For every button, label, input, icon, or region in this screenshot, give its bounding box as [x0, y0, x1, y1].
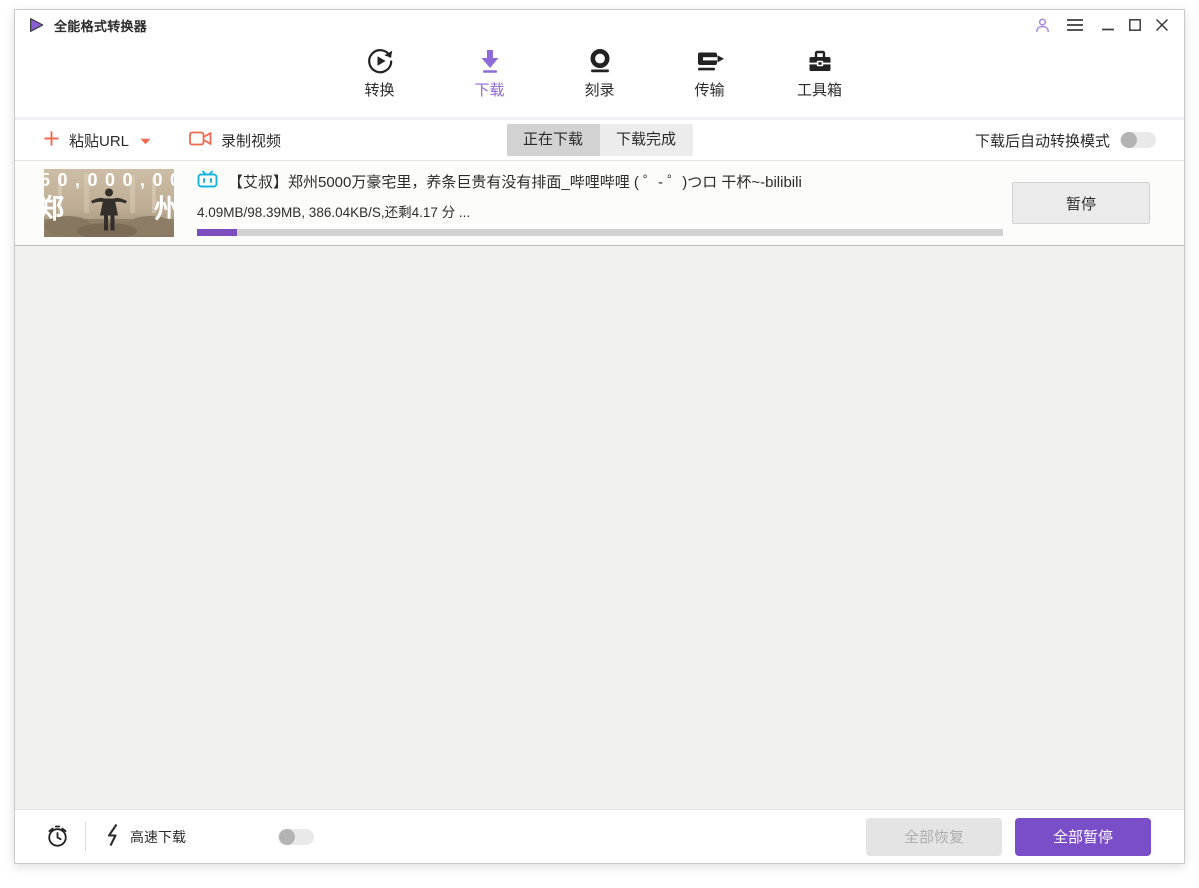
download-progress-text: 4.09MB/98.39MB, 386.04KB/S,还剩4.17 分 ... — [197, 205, 471, 220]
auto-convert-toggle[interactable] — [1120, 132, 1156, 148]
tab-convert-label: 转换 — [364, 82, 395, 99]
progress-bar — [197, 229, 1003, 236]
bilibili-tv-icon — [197, 170, 218, 192]
high-speed-label: 高速下载 — [130, 828, 186, 845]
video-title: 【艾叔】郑州5000万豪宅里，养条巨贵有没有排面_哔哩哔哩 ( ゜- ゜)つロ … — [228, 173, 802, 191]
progress-bar-fill — [197, 229, 238, 236]
high-speed-toggle[interactable] — [278, 828, 314, 845]
paste-url-label: 粘贴URL — [69, 132, 130, 150]
thumbnail-left-char: 郑 — [44, 194, 64, 224]
desktop-background: 全能格式转换器 转换 下载 刻录 传输 工具箱 粘贴URL 录制视频 正在下载 … — [0, 0, 1199, 888]
tab-transfer-label: 传输 — [694, 82, 725, 99]
footer-buttons: 全部恢复 全部暂停 — [866, 817, 1151, 856]
record-video-label: 录制视频 — [221, 132, 282, 150]
thumbnail-right-char: 州 — [154, 194, 174, 224]
video-thumbnail: 50,000,00 郑 州 — [44, 169, 174, 237]
toolbox-icon — [806, 46, 834, 76]
toolbar-right: 下载后自动转换模式 — [975, 130, 1156, 151]
toolbar-left: 粘贴URL 录制视频 — [43, 130, 281, 151]
footer-divider — [85, 821, 86, 852]
download-task-row[interactable]: 50,000,00 郑 州 【艾叔】郑州5000万豪宅里，养条巨贵有没有排面_哔… — [15, 161, 1184, 246]
lightning-icon — [104, 823, 121, 850]
download-list-empty-area — [15, 246, 1184, 809]
tab-download-complete[interactable]: 下载完成 — [599, 124, 693, 156]
toggle-knob — [279, 828, 295, 845]
close-button[interactable] — [1152, 15, 1172, 35]
chevron-down-icon[interactable] — [140, 132, 151, 149]
tab-convert[interactable]: 转换 — [341, 46, 419, 117]
tab-download-label: 下载 — [474, 82, 505, 99]
window-controls — [1032, 15, 1172, 35]
record-video-button[interactable]: 录制视频 — [189, 130, 281, 151]
auto-convert-label: 下载后自动转换模式 — [974, 132, 1110, 150]
thumbnail-price-text: 50,000,00 — [44, 170, 174, 190]
tab-burn[interactable]: 刻录 — [561, 46, 639, 117]
video-camera-icon — [189, 130, 212, 151]
pause-all-button[interactable]: 全部暂停 — [1015, 817, 1151, 856]
tab-download[interactable]: 下载 — [435, 46, 544, 143]
tab-toolbox[interactable]: 工具箱 — [781, 46, 859, 117]
tab-burn-label: 刻录 — [584, 82, 615, 99]
pause-button[interactable]: 暂停 — [1012, 182, 1150, 224]
burn-icon — [586, 46, 614, 76]
tab-toolbox-label: 工具箱 — [796, 82, 842, 99]
toggle-knob — [1121, 132, 1137, 148]
minimize-button[interactable] — [1098, 15, 1118, 35]
resume-all-button[interactable]: 全部恢复 — [866, 817, 1002, 856]
convert-icon — [366, 46, 394, 76]
menu-icon[interactable] — [1065, 15, 1085, 35]
plus-icon — [43, 130, 60, 151]
high-speed-download: 高速下载 — [104, 823, 186, 850]
download-state-tabs: 正在下载 下载完成 — [506, 124, 693, 156]
app-title: 全能格式转换器 — [54, 18, 148, 34]
maximize-button[interactable] — [1125, 15, 1145, 35]
paste-url-button[interactable]: 粘贴URL — [43, 130, 151, 151]
schedule-alarm-icon[interactable] — [45, 824, 70, 849]
account-icon[interactable] — [1032, 15, 1052, 35]
download-task-info: 【艾叔】郑州5000万豪宅里，养条巨贵有没有排面_哔哩哔哩 ( ゜- ゜)つロ … — [197, 170, 1003, 236]
app-window: 全能格式转换器 转换 下载 刻录 传输 工具箱 粘贴URL 录制视频 正在下载 … — [14, 9, 1185, 864]
download-icon — [476, 46, 504, 76]
footer-bar: 高速下载 全部恢复 全部暂停 — [15, 809, 1184, 863]
tab-transfer[interactable]: 传输 — [671, 46, 749, 117]
app-logo-icon — [27, 15, 47, 35]
titlebar: 全能格式转换器 — [15, 10, 1184, 40]
toolbar: 粘贴URL 录制视频 正在下载 下载完成 下载后自动转换模式 — [15, 120, 1184, 161]
main-nav: 转换 下载 刻录 传输 工具箱 — [15, 40, 1184, 143]
tab-downloading[interactable]: 正在下载 — [506, 124, 600, 156]
transfer-icon — [695, 46, 725, 76]
